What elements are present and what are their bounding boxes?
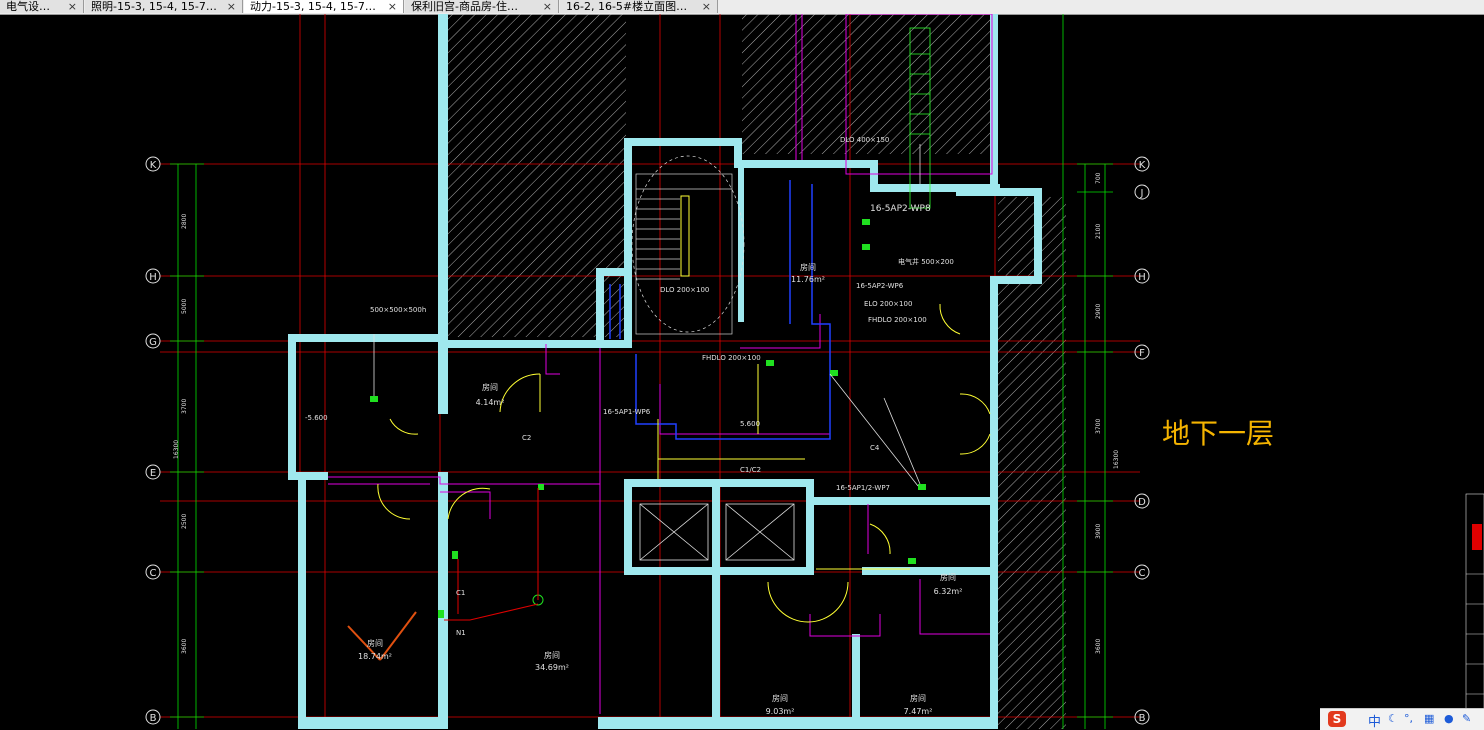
annotation-elev2: -5.600 xyxy=(305,414,328,422)
dim-text: 3700 xyxy=(181,399,188,414)
annotation-dlo-top: DLO 400×150 xyxy=(840,136,889,144)
annotation-ap2-wp7: 16-5AP1/2-WP7 xyxy=(836,484,890,492)
axis-label: C xyxy=(150,568,157,579)
stair xyxy=(631,155,745,335)
tab-label: 保利旧宫-商品房-住… xyxy=(411,0,518,13)
room-area: 9.03m² xyxy=(766,707,795,716)
ime-mode-toggle[interactable]: 中 xyxy=(1368,711,1381,730)
tools-icon[interactable]: ✎ xyxy=(1462,712,1471,725)
room-area: 6.32m² xyxy=(934,587,963,596)
annotation-fhdlo-b: FHDLO 200×100 xyxy=(868,316,927,324)
tab-close-icon[interactable]: × xyxy=(68,0,77,13)
annotation-ap2-wp8: 16-5AP2-WP8 xyxy=(870,204,931,214)
axis-bubbles-right xyxy=(1134,156,1150,725)
cad-drawing-canvas[interactable]: K H G E C B K J H F D C B 2800 5000 3700… xyxy=(0,14,1484,729)
dim-text: 16300 xyxy=(173,440,180,459)
sogou-logo-icon[interactable]: S xyxy=(1328,711,1346,727)
tab-electrical[interactable]: 电气设… × xyxy=(0,0,84,13)
axis-label: D xyxy=(1138,497,1146,508)
tab-close-icon[interactable]: × xyxy=(388,0,397,13)
dim-text: 2800 xyxy=(181,214,188,229)
axis-label: J xyxy=(1140,188,1144,199)
tab-label: 16-2, 16-5#楼立面图… xyxy=(566,0,688,13)
tab-lighting[interactable]: 照明-15-3, 15-4, 15-7… × xyxy=(85,0,243,13)
hatched-area-top-right xyxy=(742,14,994,154)
tab-close-icon[interactable]: × xyxy=(227,0,236,13)
annotation-elec-room: 电气井 500×200 xyxy=(898,257,954,266)
dim-text: 5000 xyxy=(181,299,188,314)
annotation-n1: N1 xyxy=(456,629,466,637)
room-name: 房间 xyxy=(800,262,816,272)
room-name: 房间 xyxy=(482,382,498,392)
dim-text: 3700 xyxy=(1095,419,1102,434)
annotation-fhdlo-a: FHDLO 200×100 xyxy=(702,354,761,362)
tab-elevation[interactable]: 16-2, 16-5#楼立面图… × xyxy=(560,0,718,13)
floor-label: 地下一层 xyxy=(1162,417,1275,450)
annotation-ap2-wp6: 16-5AP2-WP6 xyxy=(856,282,904,290)
title-block-stamp xyxy=(1472,524,1482,550)
punctuation-icon[interactable]: °, xyxy=(1404,712,1413,725)
annotation-c1: C1 xyxy=(456,589,465,597)
axis-label: B xyxy=(1139,713,1146,724)
room-area: 11.76m² xyxy=(791,275,825,284)
room-name: 房间 xyxy=(910,693,926,703)
annotation-c2: C2 xyxy=(522,434,531,442)
dim-text: 16300 xyxy=(1113,450,1120,469)
axis-label: K xyxy=(150,160,157,171)
axis-label: E xyxy=(150,468,156,479)
axis-label: H xyxy=(149,272,157,283)
annotation-c4: C4 xyxy=(870,444,880,452)
room-name: 房间 xyxy=(544,650,560,660)
dim-text: 2900 xyxy=(1095,304,1102,319)
dim-text: 3600 xyxy=(1095,639,1102,654)
axis-label: K xyxy=(1139,160,1146,171)
wiring-red xyxy=(444,488,539,621)
room-name: 房间 xyxy=(940,572,956,582)
annotation-dlo-200: DLO 200×100 xyxy=(660,286,709,294)
floor-plan-drawing: K H G E C B K J H F D C B 2800 5000 3700… xyxy=(145,14,1484,729)
annotation-duct-size: 500×500×500h xyxy=(370,306,426,314)
tab-label: 照明-15-3, 15-4, 15-7… xyxy=(91,0,217,13)
axis-label: B xyxy=(150,713,157,724)
stair-handrail xyxy=(680,195,690,277)
ime-toolbar[interactable]: S 中 ☾ °, ▦ ● ✎ xyxy=(1320,708,1484,730)
axis-bubbles-left xyxy=(145,156,161,725)
axis-label: G xyxy=(149,337,157,348)
tab-label: 电气设… xyxy=(6,0,50,13)
room-area: 18.74m² xyxy=(358,652,392,661)
room-area: 7.47m² xyxy=(904,707,933,716)
keyboard-icon[interactable]: ▦ xyxy=(1424,712,1434,725)
tab-close-icon[interactable]: × xyxy=(543,0,552,13)
axis-labels-right: K J H F D C B xyxy=(1138,160,1146,724)
room-name: 房间 xyxy=(367,638,383,648)
annotation-c1c2: C1/C2 xyxy=(740,466,761,474)
room-area: 4.14m² xyxy=(476,398,505,407)
dim-text: 2100 xyxy=(1095,224,1102,239)
axis-labels-left: K H G E C B xyxy=(149,160,157,724)
dim-text: 3600 xyxy=(181,639,188,654)
axis-label: C xyxy=(1139,568,1146,579)
document-tab-bar: 电气设… × 照明-15-3, 15-4, 15-7… × 动力-15-3, 15-… xyxy=(0,0,1484,15)
dim-text: 3900 xyxy=(1095,524,1102,539)
room-area: 34.69m² xyxy=(535,663,569,672)
dim-text: 700 xyxy=(1095,172,1102,184)
dim-text: 2500 xyxy=(181,514,188,529)
tab-close-icon[interactable]: × xyxy=(702,0,711,13)
axis-label: H xyxy=(1138,272,1146,283)
moon-icon[interactable]: ☾ xyxy=(1388,712,1398,725)
tab-residential[interactable]: 保利旧宫-商品房-住… × xyxy=(405,0,559,13)
annotation-elo-200: ELO 200×100 xyxy=(864,300,912,308)
tab-label: 动力-15-3, 15-4, 15-7… xyxy=(250,0,376,13)
room-name: 房间 xyxy=(772,693,788,703)
annotation-elev: 5.600 xyxy=(740,420,760,428)
axis-label: F xyxy=(1139,348,1145,359)
skin-icon[interactable]: ● xyxy=(1444,712,1454,725)
annotation-ap-wp6b: 16-5AP1-WP6 xyxy=(603,408,651,416)
tab-power[interactable]: 动力-15-3, 15-4, 15-7… × xyxy=(244,0,404,13)
